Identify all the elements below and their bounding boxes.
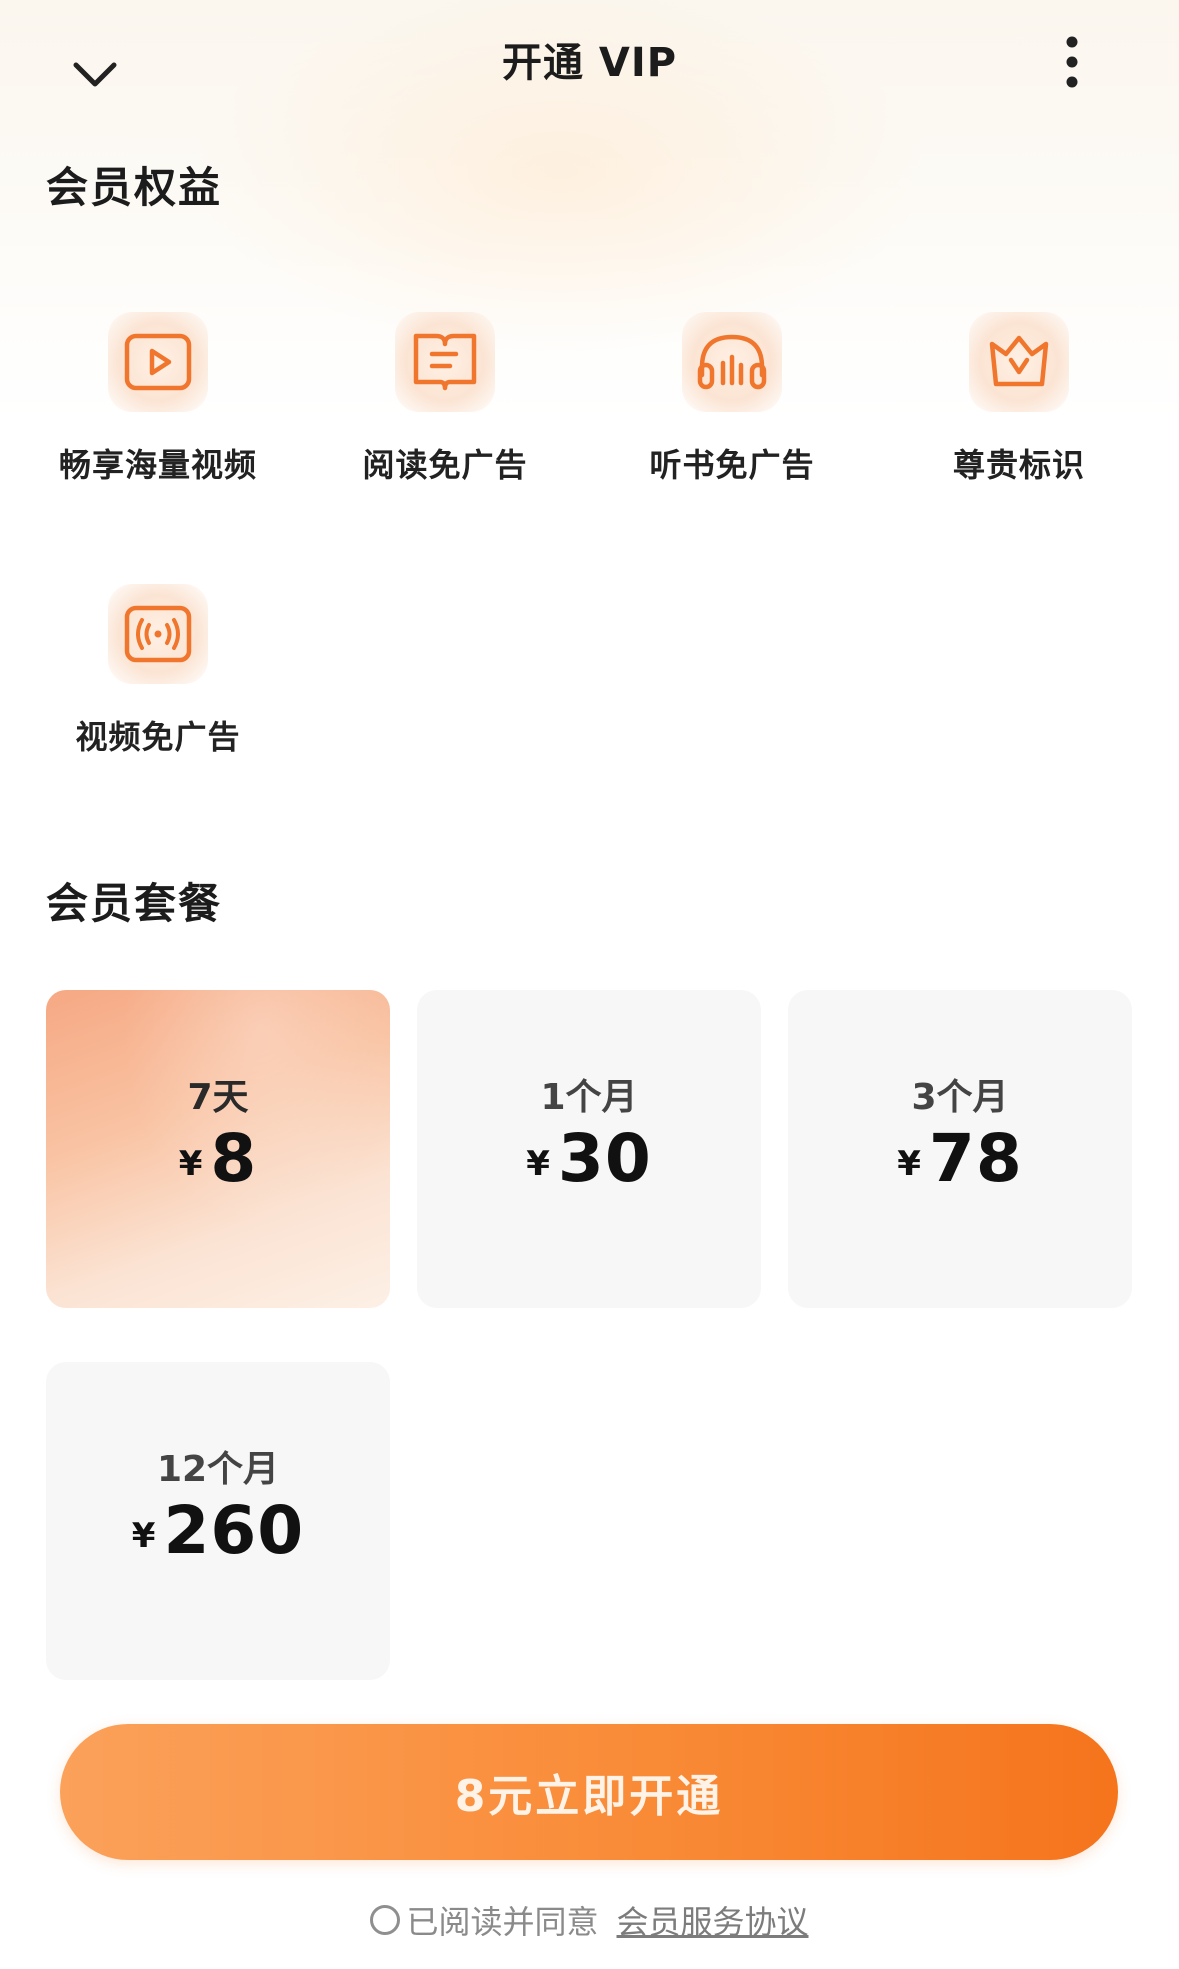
benefit-label: 听书免广告: [649, 446, 815, 484]
agreement-checkbox[interactable]: [370, 1905, 401, 1935]
price-value: 260: [163, 1492, 305, 1569]
plan-card-3-months[interactable]: 3个月 ¥78: [788, 990, 1132, 1308]
benefit-label: 尊贵标识: [952, 446, 1085, 484]
benefit-item-video-no-ads: 视频免广告: [28, 584, 288, 784]
plan-duration: 7天: [187, 1077, 249, 1118]
plan-price: ¥78: [788, 1120, 1132, 1197]
plan-price: ¥260: [46, 1492, 390, 1569]
subscribe-button[interactable]: 8元立即开通: [60, 1724, 1118, 1860]
service-agreement-link[interactable]: 会员服务协议: [617, 1897, 809, 1943]
price-value: 30: [557, 1120, 652, 1197]
currency-symbol: ¥: [897, 1144, 921, 1184]
benefit-item-reading: 阅读免广告: [315, 312, 575, 512]
price-value: 8: [210, 1120, 258, 1197]
video-play-icon: [108, 312, 208, 412]
plan-price: ¥30: [417, 1120, 761, 1197]
agreement-row: 已阅读并同意 会员服务协议: [0, 1898, 1179, 1942]
headphones-icon: [682, 312, 782, 412]
currency-symbol: ¥: [178, 1144, 203, 1184]
plan-price: ¥8: [46, 1120, 390, 1197]
page-title: 开通 VIP: [501, 40, 678, 86]
benefit-item-video: 畅享海量视频: [28, 312, 288, 512]
more-options-button[interactable]: [1040, 30, 1104, 94]
currency-symbol: ¥: [526, 1144, 550, 1184]
benefits-section-title: 会员权益: [46, 163, 223, 212]
more-vertical-icon: [1066, 36, 1078, 88]
benefit-label: 阅读免广告: [362, 446, 528, 484]
plan-duration: 3个月: [911, 1077, 1009, 1118]
price-value: 78: [928, 1120, 1023, 1197]
currency-symbol: ¥: [131, 1516, 156, 1556]
benefit-item-audiobook: 听书免广告: [602, 312, 862, 512]
broadcast-icon: [108, 584, 208, 684]
plan-card-1-month[interactable]: 1个月 ¥30: [417, 990, 761, 1308]
agreement-text: 已阅读并同意: [406, 1903, 599, 1941]
plan-card-12-months[interactable]: 12个月 ¥260: [46, 1362, 390, 1680]
benefit-label: 畅享海量视频: [58, 446, 257, 484]
benefit-label: 视频免广告: [75, 718, 241, 756]
benefit-item-badge: 尊贵标识: [889, 312, 1149, 512]
crown-icon: [969, 312, 1069, 412]
plan-duration: 1个月: [540, 1077, 638, 1118]
plan-card-7-days[interactable]: 7天 ¥8: [46, 990, 390, 1308]
plans-section-title: 会员套餐: [46, 879, 223, 928]
book-icon: [395, 312, 495, 412]
plan-duration: 12个月: [156, 1449, 280, 1490]
